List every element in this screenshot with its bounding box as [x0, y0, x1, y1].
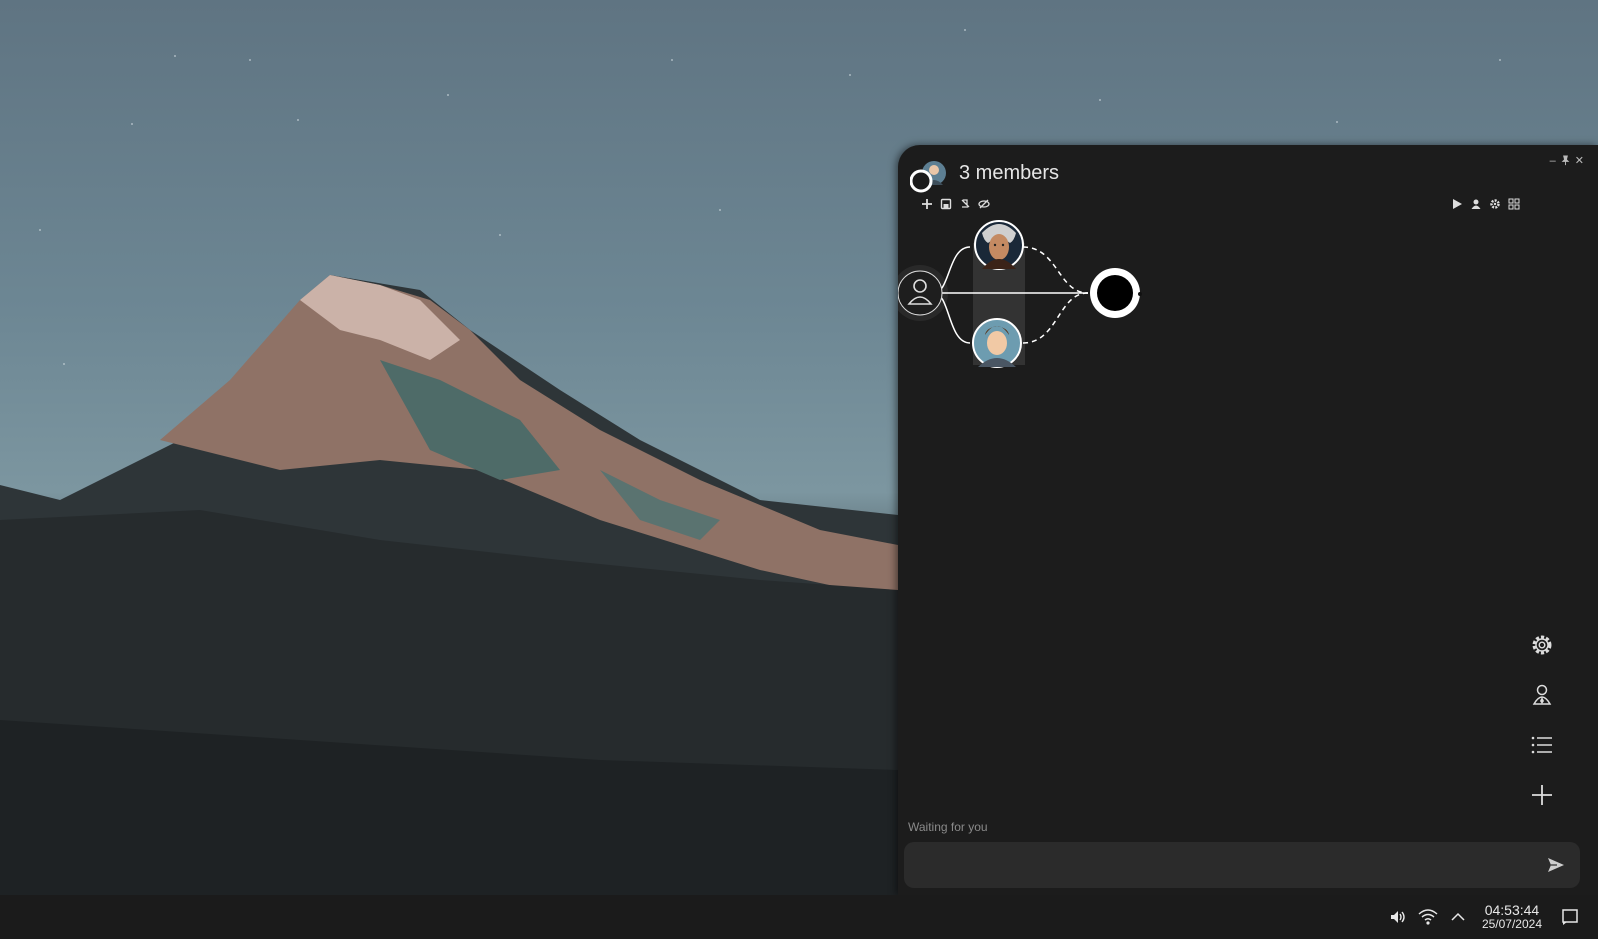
side-members-button[interactable] [1530, 683, 1554, 707]
taskbar: 04:53:44 25/07/2024 [0, 895, 1598, 939]
send-button[interactable] [1546, 855, 1566, 875]
notification-center-button[interactable] [1560, 907, 1580, 927]
user-icon [1471, 199, 1480, 209]
member-button[interactable] [1469, 197, 1482, 210]
wifi-icon [1418, 909, 1438, 925]
gear-icon [1489, 198, 1500, 209]
settings-button[interactable] [1488, 197, 1501, 210]
user-node[interactable] [898, 265, 948, 321]
minimize-button[interactable]: – [1550, 155, 1556, 169]
run-button[interactable] [1450, 197, 1463, 210]
notification-icon [1562, 909, 1578, 925]
list-icon [1531, 736, 1552, 754]
system-tray: 04:53:44 25/07/2024 [1388, 895, 1598, 939]
close-button[interactable]: ✕ [1575, 155, 1584, 169]
gear-icon [1532, 635, 1552, 655]
pin-icon [1561, 155, 1570, 166]
left-toolbar [920, 197, 990, 210]
right-toolbar [1450, 197, 1520, 210]
conversation-title: 3 members [959, 162, 1060, 184]
clock-time: 04:53:44 [1484, 902, 1540, 918]
output-node[interactable] [1090, 268, 1142, 318]
mute-icon [961, 198, 969, 208]
play-icon [1452, 198, 1462, 209]
send-icon [1548, 858, 1564, 872]
chevron-up-icon [1451, 912, 1465, 921]
plus-icon [921, 198, 932, 209]
side-actions [1530, 633, 1554, 807]
agent-node-1[interactable] [974, 220, 1024, 270]
chat-window: – ✕ 3 members Waiting for you [898, 145, 1598, 895]
status-text: Waiting for you [908, 820, 988, 834]
window-controls: – ✕ [1550, 155, 1584, 169]
hide-icon [977, 199, 990, 208]
show-hidden-icons-button[interactable] [1448, 907, 1468, 927]
group-avatar[interactable] [909, 159, 946, 195]
side-settings-button[interactable] [1530, 633, 1554, 657]
message-composer [904, 842, 1580, 890]
edge-agent1-output [1022, 246, 1089, 294]
mute-button[interactable] [958, 197, 971, 210]
workflow-graph [898, 220, 1142, 368]
layout-button[interactable] [1507, 197, 1520, 210]
hide-button[interactable] [977, 197, 990, 210]
group-avatar-icon [909, 161, 946, 193]
volume-icon [1390, 911, 1405, 923]
save-icon [940, 198, 951, 209]
edge-agent2-output [1022, 292, 1089, 344]
side-list-button[interactable] [1530, 733, 1554, 757]
taskbar-clock[interactable]: 04:53:44 25/07/2024 [1482, 903, 1542, 931]
grid-icon [1508, 198, 1519, 209]
agent-node-2[interactable] [972, 318, 1022, 368]
wifi-button[interactable] [1418, 907, 1438, 927]
pin-button[interactable] [1560, 155, 1571, 169]
clock-date: 25/07/2024 [1481, 917, 1542, 931]
save-button[interactable] [939, 197, 952, 210]
add-button[interactable] [920, 197, 933, 210]
volume-button[interactable] [1388, 907, 1408, 927]
message-input[interactable] [916, 842, 1520, 890]
plus-icon [1532, 785, 1552, 805]
user-icon [1532, 684, 1552, 705]
side-add-button[interactable] [1530, 783, 1554, 807]
